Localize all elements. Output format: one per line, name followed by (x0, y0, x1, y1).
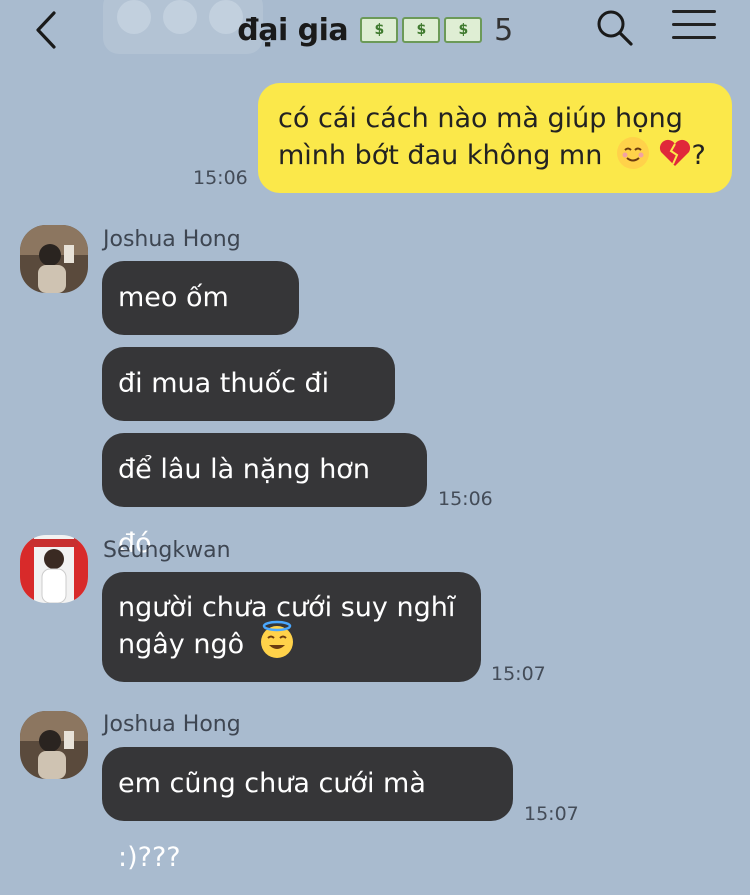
incoming-message-bubble[interactable]: để lâu là nặng hơn đó (102, 433, 427, 559)
menu-icon-bar (672, 10, 716, 13)
message-text: ? (691, 140, 706, 171)
chat-title[interactable]: đại gia $ $ $ 5 (0, 8, 750, 52)
outgoing-message-bubble[interactable]: có cái cách nào mà giúp họng mình bớt đa… (258, 83, 732, 193)
chat-header: đại gia $ $ $ 5 (0, 0, 750, 58)
incoming-message-bubble[interactable]: em cũng chưa cưới mà :)??? (102, 747, 513, 873)
broken-heart-icon (659, 139, 690, 166)
avatar[interactable] (20, 225, 88, 293)
message-line: mình bớt đau không mn ? (278, 137, 712, 174)
avatar[interactable] (20, 711, 88, 779)
relieved-face-icon (616, 137, 649, 169)
money-bill-icon: $ (444, 17, 483, 43)
message-text: ngây ngô (118, 629, 245, 660)
message-line: có cái cách nào mà giúp họng (278, 103, 683, 134)
sender-name: Joshua Hong (103, 712, 241, 737)
incoming-message-bubble[interactable]: đi mua thuốc đi em (102, 347, 395, 473)
smiling-face-with-halo-icon (260, 620, 293, 658)
search-button[interactable] (595, 8, 635, 48)
sender-name: Joshua Hong (103, 227, 241, 252)
chat-title-text: đại gia (237, 12, 349, 48)
money-bill-icon: $ (402, 17, 441, 43)
incoming-message-bubble[interactable]: meo ốm hả? (102, 261, 299, 387)
message-time: 15:07 (524, 803, 579, 825)
menu-icon-bar (672, 36, 716, 39)
message-line: ngây ngô (118, 620, 465, 663)
menu-button[interactable] (672, 10, 716, 46)
menu-icon-bar (672, 23, 716, 26)
money-bill-icon: $ (360, 17, 399, 43)
search-icon (597, 10, 633, 46)
message-text: mình bớt đau không mn (278, 140, 603, 171)
member-count: 5 (494, 12, 513, 48)
money-emojis: $ $ $ (360, 17, 483, 43)
message-time: 15:07 (491, 663, 546, 685)
incoming-message-bubble[interactable]: người chưa cưới suy nghĩ ngây ngô (102, 572, 481, 682)
avatar[interactable] (20, 535, 88, 603)
sender-name: Seungkwan (103, 538, 231, 563)
message-time: 15:06 (438, 488, 493, 510)
message-time: 15:06 (193, 167, 248, 189)
